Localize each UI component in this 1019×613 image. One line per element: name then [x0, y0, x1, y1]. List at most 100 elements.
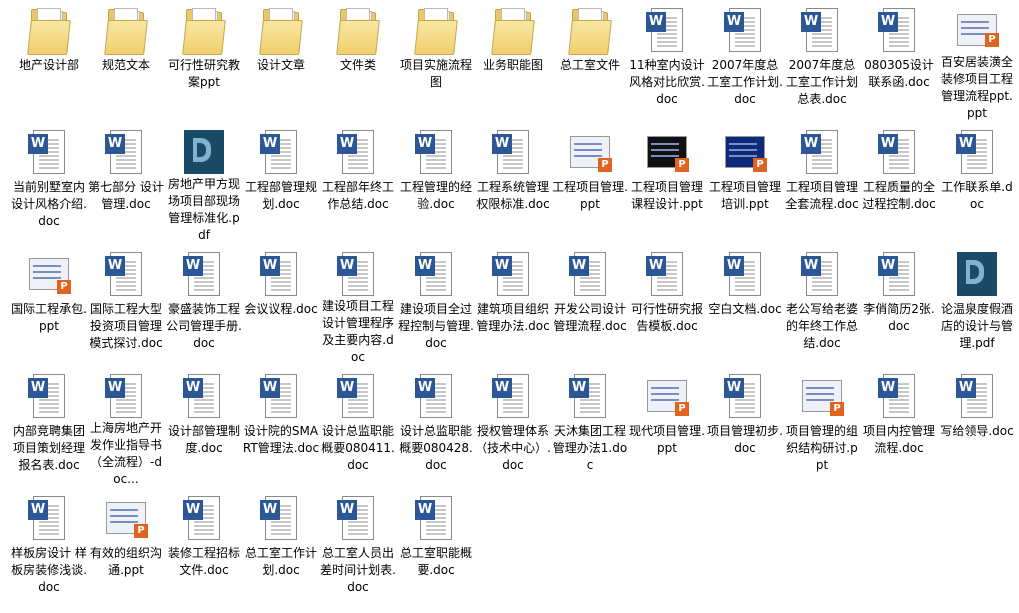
word-document-icon: W — [800, 6, 844, 54]
file-item[interactable]: P 项目管理的组织结构研讨.ppt — [783, 368, 861, 488]
file-item[interactable]: W 工程质量的全过程控制.doc — [860, 124, 938, 244]
file-item[interactable]: W 项目管理初步.doc — [706, 368, 784, 488]
file-item[interactable]: W 国际工程大型投资项目管理模式探讨.doc — [87, 246, 165, 366]
file-name: 080305设计联系函.doc — [864, 58, 934, 89]
file-item[interactable]: W 总工室职能概要.doc — [397, 490, 475, 610]
file-item[interactable]: W 2007年度总工室工作计划.doc — [706, 2, 784, 122]
file-item[interactable]: W 工程管理的经验.doc — [397, 124, 475, 244]
file-item[interactable]: W 样板房设计 样板房装修浅谈.doc — [10, 490, 88, 610]
file-item[interactable]: W 总工室工作计划.doc — [242, 490, 320, 610]
file-name: 现代项目管理.ppt — [629, 424, 705, 455]
word-document-icon: W — [955, 372, 999, 420]
file-item[interactable]: W 老公写给老婆的年终工作总结.doc — [783, 246, 861, 366]
file-item[interactable]: W 工程部年终工作总结.doc — [319, 124, 397, 244]
file-name: 国际工程承包.ppt — [11, 302, 87, 333]
file-item[interactable]: W 第七部分 设计管理.doc — [87, 124, 165, 244]
file-name: 李俏简历2张.doc — [863, 302, 935, 333]
file-item[interactable]: P 有效的组织沟通.ppt — [87, 490, 165, 610]
file-name: 工作联系单.doc — [941, 180, 1013, 211]
file-item[interactable]: W 设计总监职能概要080411.doc — [319, 368, 397, 488]
file-item[interactable]: W 写给领导.doc — [938, 368, 1016, 488]
word-document-icon: W — [491, 372, 535, 420]
file-item[interactable]: 项目实施流程图 — [397, 2, 475, 122]
file-name: 老公写给老婆的年终工作总结.doc — [785, 302, 858, 350]
word-document-icon: W — [104, 128, 148, 176]
file-item[interactable]: P 工程项目管理课程设计.ppt — [628, 124, 706, 244]
file-item[interactable]: W 装修工程招标文件.doc — [165, 490, 243, 610]
file-item[interactable]: W 080305设计联系函.doc — [860, 2, 938, 122]
file-item[interactable]: W 建设项目工程设计管理程序及主要内容.doc — [319, 246, 397, 366]
file-item[interactable]: W 2007年度总工室工作计划总表.doc — [783, 2, 861, 122]
file-item[interactable]: W 工作联系单.doc — [938, 124, 1016, 244]
file-item[interactable]: W 会议议程.doc — [242, 246, 320, 366]
file-item[interactable]: 可行性研究教案ppt — [165, 2, 243, 122]
word-document-icon: W — [645, 250, 689, 298]
file-name: 工程系统管理权限标准.doc — [476, 180, 550, 211]
word-document-icon: W — [336, 250, 380, 296]
file-item[interactable]: W 设计总监职能概要080428.doc — [397, 368, 475, 488]
file-item[interactable]: W 设计院的SMART管理法.doc — [242, 368, 320, 488]
powerpoint-icon: P — [104, 494, 148, 542]
file-item[interactable]: 文件类 — [319, 2, 397, 122]
powerpoint-icon: P — [645, 128, 689, 176]
file-name: 设计总监职能概要080411.doc — [321, 424, 395, 472]
file-item[interactable]: W 可行性研究报告模板.doc — [628, 246, 706, 366]
word-document-icon: W — [645, 6, 689, 54]
word-document-icon: W — [182, 250, 226, 298]
file-name: 空白文档.doc — [708, 302, 782, 316]
file-name: 工程项目管理课程设计.ppt — [630, 180, 703, 211]
file-name: 总工室职能概要.doc — [399, 546, 472, 577]
file-item[interactable]: 总工室文件 — [551, 2, 629, 122]
file-name: 第七部分 设计管理.doc — [88, 180, 164, 211]
file-item[interactable]: 论温泉度假酒店的设计与管理.pdf — [938, 246, 1016, 366]
file-name: 有效的组织沟通.ppt — [89, 546, 162, 577]
file-item[interactable]: W 空白文档.doc — [706, 246, 784, 366]
file-name: 上海房地产开发作业指导书（全流程）-doc... — [89, 421, 162, 486]
pdf-icon — [182, 128, 226, 174]
file-name: 可行性研究教案ppt — [167, 58, 240, 89]
file-item[interactable]: W 总工室人员出差时间计划表.doc — [319, 490, 397, 610]
file-item[interactable]: P 国际工程承包.ppt — [10, 246, 88, 366]
file-item[interactable]: W 开发公司设计管理流程.doc — [551, 246, 629, 366]
file-item[interactable]: W 上海房地产开发作业指导书（全流程）-doc... — [87, 368, 165, 488]
file-item[interactable]: P 工程项目管理培训.ppt — [706, 124, 784, 244]
file-item[interactable]: 规范文本 — [87, 2, 165, 122]
file-item[interactable]: W 设计部管理制度.doc — [165, 368, 243, 488]
file-item[interactable]: W 天沐集团工程管理办法1.doc — [551, 368, 629, 488]
file-item[interactable]: 房地产甲方现场项目部现场管理标准化.pdf — [165, 124, 243, 244]
powerpoint-icon: P — [27, 250, 71, 298]
word-document-icon: W — [182, 494, 226, 542]
word-document-icon: W — [414, 372, 458, 420]
word-document-icon: W — [568, 250, 612, 298]
file-item[interactable]: W 项目内控管理流程.doc — [860, 368, 938, 488]
file-name: 建筑项目组织管理办法.doc — [476, 302, 550, 333]
file-item[interactable]: P 工程项目管理.ppt — [551, 124, 629, 244]
file-item[interactable]: W 内部竞聘集团项目策划经理报名表.doc — [10, 368, 88, 488]
word-document-icon: W — [336, 372, 380, 420]
file-name: 国际工程大型投资项目管理模式探讨.doc — [89, 302, 163, 350]
file-name: 开发公司设计管理流程.doc — [553, 302, 627, 333]
word-document-icon: W — [568, 372, 612, 420]
file-item[interactable]: W 工程系统管理权限标准.doc — [474, 124, 552, 244]
file-item[interactable]: W 建设项目全过程控制与管理.doc — [397, 246, 475, 366]
file-item[interactable]: W 授权管理体系（技术中心）.doc — [474, 368, 552, 488]
file-item[interactable]: W 豪盛装饰工程公司管理手册.doc — [165, 246, 243, 366]
file-item[interactable]: 设计文章 — [242, 2, 320, 122]
file-item[interactable]: P 现代项目管理.ppt — [628, 368, 706, 488]
word-document-icon: W — [723, 372, 767, 420]
file-name: 项目内控管理流程.doc — [862, 424, 935, 455]
word-document-icon: W — [800, 250, 844, 298]
file-name: 项目管理初步.doc — [707, 424, 783, 455]
file-name: 当前别墅室内设计风格介绍.doc — [11, 180, 87, 228]
file-item[interactable]: P 百安居装潢全装修项目工程管理流程ppt.ppt — [938, 2, 1016, 122]
folder-icon — [27, 6, 71, 55]
file-item[interactable]: 地产设计部 — [10, 2, 88, 122]
file-item[interactable]: W 工程部管理规划.doc — [242, 124, 320, 244]
file-item[interactable]: W 工程项目管理全套流程.doc — [783, 124, 861, 244]
file-item[interactable]: 业务职能图 — [474, 2, 552, 122]
word-document-icon: W — [414, 494, 458, 542]
file-item[interactable]: W 李俏简历2张.doc — [860, 246, 938, 366]
file-item[interactable]: W 当前别墅室内设计风格介绍.doc — [10, 124, 88, 244]
file-item[interactable]: W 建筑项目组织管理办法.doc — [474, 246, 552, 366]
file-item[interactable]: W 11种室内设计风格对比欣赏.doc — [628, 2, 706, 122]
